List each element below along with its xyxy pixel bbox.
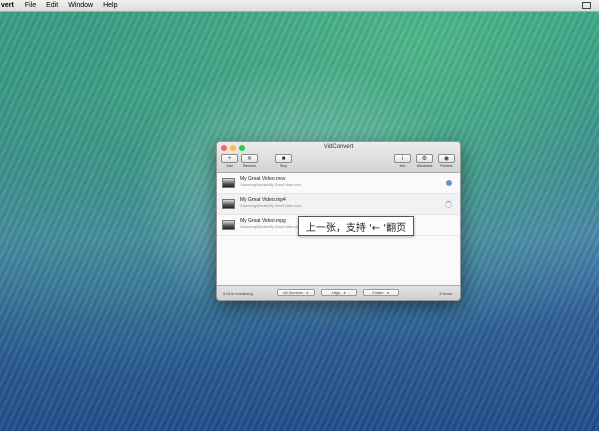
video-thumbnail <box>222 178 235 188</box>
preview-label: Preview <box>440 164 453 168</box>
destination-select[interactable]: Folder ▼ <box>363 289 399 296</box>
window-title: VidConvert <box>323 144 354 150</box>
video-thumbnail <box>222 199 235 209</box>
menu-file[interactable]: File <box>20 2 41 9</box>
quality-select-value: High <box>331 290 341 295</box>
menu-edit[interactable]: Edit <box>41 2 63 9</box>
advanced-label: Advanced <box>416 164 433 168</box>
gear-icon: ⚙ <box>416 154 433 163</box>
destination-select-value: Folder <box>372 290 384 295</box>
chevron-down-icon: ▼ <box>386 290 390 295</box>
file-name: My Great Video.mp4 <box>240 197 286 203</box>
close-icon: ✕ <box>241 154 258 163</box>
info-button[interactable]: i Info <box>394 154 411 168</box>
previous-page-hint[interactable]: 上一张，支持 '← '翻页 <box>298 216 414 236</box>
menu-window[interactable]: Window <box>63 2 98 9</box>
menu-help[interactable]: Help <box>98 2 122 9</box>
file-name: My Great Video.mpg <box>240 218 286 224</box>
video-thumbnail <box>222 220 235 230</box>
remove-button[interactable]: ✕ Remove <box>241 154 258 168</box>
quality-select[interactable]: High ▼ <box>321 289 357 296</box>
device-select-value: All Devices <box>283 290 303 295</box>
stop-button[interactable]: ■ Stop <box>275 154 292 168</box>
display-icon[interactable] <box>582 2 591 9</box>
file-path: /Users/reg/Movies/My Great Video.mp4 <box>240 204 302 208</box>
file-path: /Users/reg/Movies/My Great Video.mpg <box>240 225 302 229</box>
add-button[interactable]: + Add <box>221 154 238 168</box>
file-name: My Great Video.mov <box>240 176 286 182</box>
add-label: Add <box>226 164 233 168</box>
device-select[interactable]: All Devices ▼ <box>277 289 315 296</box>
plus-icon: + <box>221 154 238 163</box>
advanced-button[interactable]: ⚙ Advanced <box>416 154 433 168</box>
chevron-down-icon: ▼ <box>343 290 347 295</box>
info-label: Info <box>399 164 406 168</box>
done-status-icon <box>446 180 452 186</box>
eye-icon: ◉ <box>438 154 455 163</box>
title-bar: VidConvert + Add ✕ Remove ■ Stop i Info … <box>217 142 460 173</box>
bottom-bar: 0:01m remaining All Devices ▼ High ▼ Folde… <box>217 285 460 300</box>
info-icon: i <box>394 154 411 163</box>
file-path: /Users/reg/Movies/My Great Video.mov <box>240 183 302 187</box>
time-remaining: 0:01m remaining <box>223 291 253 296</box>
remove-label: Remove <box>242 164 257 168</box>
list-item[interactable]: My Great Video.mp4 /Users/reg/Movies/My … <box>217 194 460 215</box>
list-item[interactable]: My Great Video.mov /Users/reg/Movies/My … <box>217 173 460 194</box>
stop-label: Stop <box>279 164 288 168</box>
stop-icon: ■ <box>275 154 292 163</box>
preview-button[interactable]: ◉ Preview <box>438 154 455 168</box>
progress-spinner-icon <box>445 201 452 208</box>
menu-app-name[interactable]: vert <box>0 2 20 9</box>
menu-bar: vert File Edit Window Help <box>0 0 599 12</box>
item-count: 3 items <box>439 291 452 296</box>
chevron-down-icon: ▼ <box>305 290 309 295</box>
